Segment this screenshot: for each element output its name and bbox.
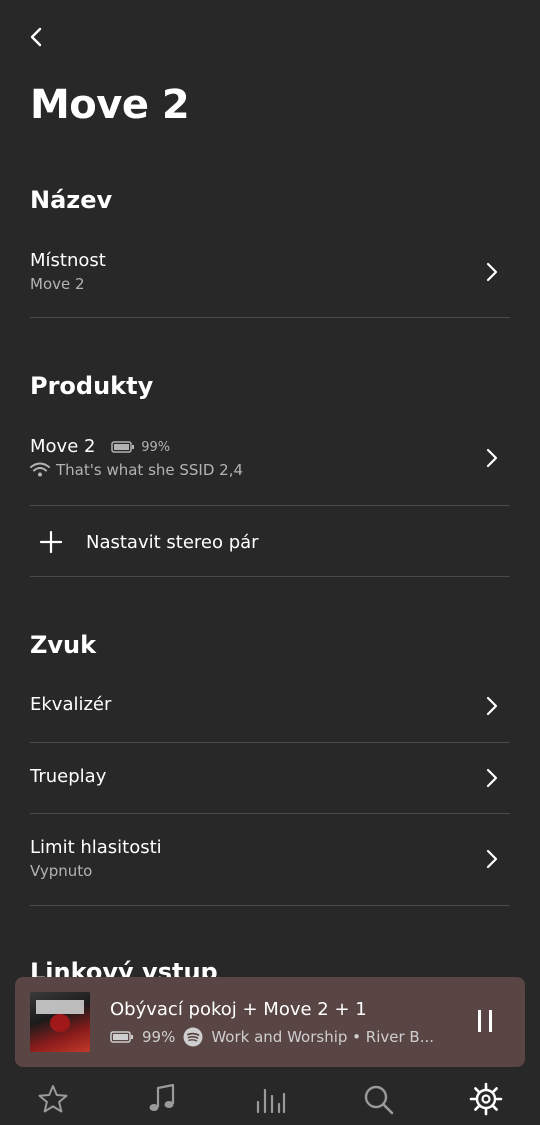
device-battery: 99%: [111, 440, 170, 455]
star-icon: [38, 1085, 68, 1113]
divider: [30, 505, 510, 506]
chevron-right-icon: [486, 448, 498, 468]
room-name-row[interactable]: Místnost Move 2: [30, 250, 510, 310]
device-row[interactable]: Move 2 99% That's what she SSID 2,4: [30, 436, 510, 496]
music-note-icon: [149, 1083, 175, 1111]
bottom-tab-bar: [0, 1072, 540, 1125]
album-art: [30, 992, 90, 1052]
divider: [30, 317, 510, 318]
back-button[interactable]: [22, 22, 52, 52]
device-primary: Move 2 99%: [30, 436, 510, 457]
tab-search[interactable]: [361, 1082, 395, 1116]
line-in-section: Linkový vstup: [0, 950, 540, 978]
chevron-right-icon: [486, 696, 498, 716]
tab-rooms[interactable]: [253, 1082, 287, 1116]
gear-icon: [469, 1082, 503, 1116]
chevron-right-icon: [486, 849, 498, 869]
device-network: That's what she SSID 2,4: [30, 461, 510, 479]
divider: [30, 742, 510, 743]
equalizer-row[interactable]: Ekvalizér: [30, 694, 510, 726]
stereo-pair-label: Nastavit stereo pár: [86, 531, 259, 553]
spotify-icon: [183, 1027, 203, 1047]
trueplay-row[interactable]: Trueplay: [30, 766, 510, 798]
divider: [30, 813, 510, 814]
room-label: Místnost: [30, 250, 106, 271]
now-playing-title: Obývací pokoj + Move 2 + 1: [110, 999, 367, 1020]
tab-music[interactable]: [145, 1082, 179, 1116]
section-title-products: Produkty: [30, 372, 154, 400]
stereo-pair-button[interactable]: Nastavit stereo pár: [30, 526, 510, 558]
search-icon: [364, 1085, 394, 1115]
volume-limit-label: Limit hlasitosti: [30, 837, 162, 858]
wifi-icon: [30, 462, 50, 477]
player-battery-percent: 99%: [142, 1028, 176, 1046]
section-title-sound: Zvuk: [30, 631, 97, 659]
section-title-line-in: Linkový vstup: [30, 958, 218, 978]
chevron-left-icon: [30, 27, 42, 47]
section-title-name: Název: [30, 186, 113, 214]
divider: [30, 905, 510, 906]
battery-icon: [111, 441, 135, 453]
plus-icon: [40, 531, 62, 553]
now-playing-track: Work and Worship • River B...: [211, 1028, 434, 1046]
equalizer-label: Ekvalizér: [30, 694, 112, 715]
tab-settings[interactable]: [469, 1082, 503, 1116]
pause-button[interactable]: [475, 1010, 495, 1034]
page-title: Move 2: [30, 82, 190, 128]
chevron-right-icon: [486, 262, 498, 282]
volume-limit-value: Vypnuto: [30, 862, 93, 880]
room-value: Move 2: [30, 275, 85, 293]
rooms-icon: [256, 1088, 286, 1114]
battery-percent: 99%: [141, 439, 171, 455]
network-name: That's what she SSID 2,4: [56, 461, 244, 479]
now-playing-bar[interactable]: Obývací pokoj + Move 2 + 1 99% Work and …: [15, 977, 525, 1067]
volume-limit-row[interactable]: Limit hlasitosti Vypnuto: [30, 837, 510, 897]
chevron-right-icon: [486, 768, 498, 788]
device-name: Move 2: [30, 436, 96, 457]
trueplay-label: Trueplay: [30, 766, 107, 787]
tab-favorites[interactable]: [36, 1082, 70, 1116]
now-playing-subtitle: 99% Work and Worship • River B...: [110, 1027, 440, 1047]
battery-icon: [110, 1031, 133, 1043]
divider: [30, 576, 510, 577]
